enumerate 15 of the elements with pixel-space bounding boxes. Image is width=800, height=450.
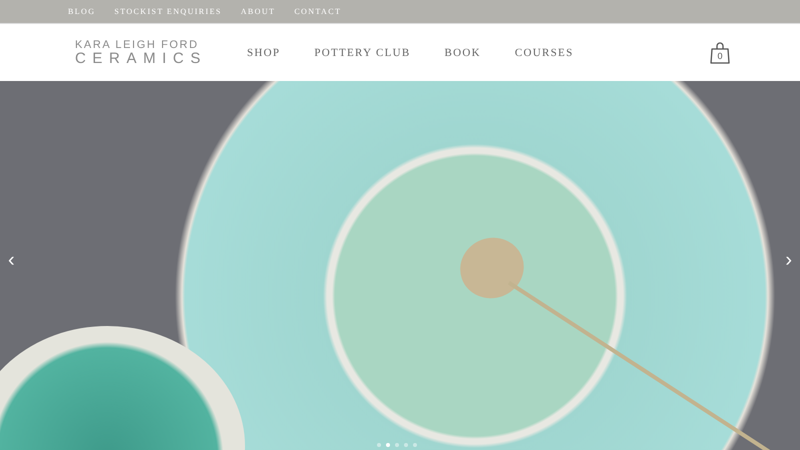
slide-dot[interactable] xyxy=(386,443,390,447)
logo-text[interactable]: CERAMICS xyxy=(75,50,200,66)
nav-link[interactable]: POTTERY CLUB xyxy=(314,46,410,58)
shopping-bag-icon xyxy=(710,40,730,64)
slide-dot[interactable] xyxy=(377,443,381,447)
nav-link[interactable]: SHOP xyxy=(247,46,280,58)
logo-text[interactable]: KARA LEIGH FORD xyxy=(75,38,200,50)
cart-button[interactable]: 0 xyxy=(710,40,730,64)
slide-dot[interactable] xyxy=(395,443,399,447)
nav-link[interactable]: COURSES xyxy=(514,46,574,58)
nav-link[interactable]: BOOK xyxy=(444,46,481,58)
previous-slide-button[interactable]: ‹ xyxy=(4,249,19,272)
slide-dot[interactable] xyxy=(413,443,417,447)
slide-dot[interactable] xyxy=(404,443,408,447)
next-slide-button[interactable]: › xyxy=(781,249,796,272)
